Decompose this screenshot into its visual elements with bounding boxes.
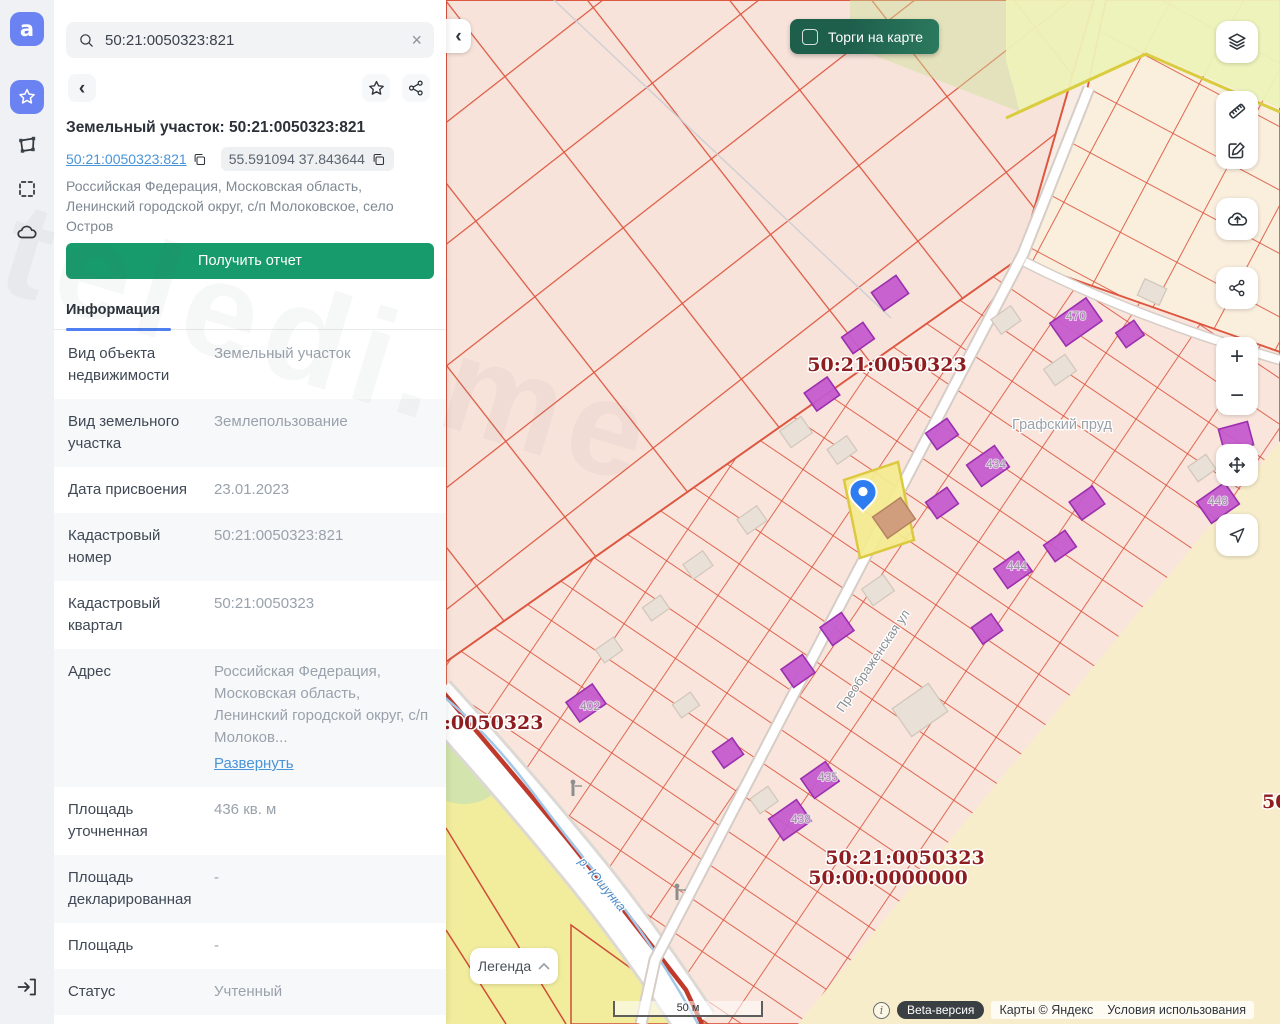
quarter-label-left: 50:21:0050323 xyxy=(446,712,543,734)
back-button[interactable]: ‹ xyxy=(68,74,96,102)
logout-button[interactable] xyxy=(12,972,42,1002)
map-copyright[interactable]: Карты © Яндекс xyxy=(999,1003,1093,1017)
favorite-object-button[interactable] xyxy=(362,74,390,102)
table-row: Вид земельного участкаЗемлепользование xyxy=(54,399,446,467)
pond-label: Графский пруд xyxy=(1012,417,1112,433)
svg-text:435: 435 xyxy=(818,770,838,784)
table-row: Кадастровый номер50:21:0050323:821 xyxy=(54,513,446,581)
exit-icon xyxy=(15,975,39,999)
svg-text:444: 444 xyxy=(1007,559,1027,573)
share-icon xyxy=(407,79,425,97)
auctions-toggle-label: Торги на карте xyxy=(828,29,923,45)
measure-button[interactable] xyxy=(1216,91,1258,130)
svg-text:438: 438 xyxy=(791,812,811,826)
get-report-button[interactable]: Получить отчет xyxy=(66,243,434,279)
share-icon xyxy=(1227,278,1247,298)
quarter-label-bottom: 50:21:0050323 xyxy=(825,847,984,869)
copy-icon[interactable] xyxy=(371,152,386,167)
draw-edit-button[interactable] xyxy=(1216,130,1258,169)
upload-button[interactable] xyxy=(1216,198,1258,240)
navigate-arrow-icon xyxy=(1227,525,1247,545)
edit-square-icon xyxy=(1226,139,1248,161)
star-outline-icon xyxy=(367,79,386,98)
clear-search-icon[interactable]: × xyxy=(411,31,422,49)
cadastral-map-app: a × ‹ xyxy=(0,0,1280,1024)
ruler-icon xyxy=(1226,100,1248,122)
polygon-tool-button[interactable] xyxy=(12,130,42,160)
auctions-toggle[interactable]: Торги на карте xyxy=(790,19,939,54)
cloud-nav-button[interactable] xyxy=(12,218,42,248)
object-ids: 50:21:0050323:821 55.591094 37.843644 xyxy=(66,148,434,170)
my-location-button[interactable] xyxy=(1216,514,1258,556)
measure-edit-group xyxy=(1216,91,1258,169)
table-row: Вид объекта недвижимостиЗемельный участо… xyxy=(54,331,446,399)
table-row: Площадь декларированная- xyxy=(54,855,446,923)
tab-bar: Информация xyxy=(54,292,446,330)
share-map-button[interactable] xyxy=(1216,267,1258,309)
favorites-nav-button[interactable] xyxy=(10,80,44,114)
table-row: Кадастровый квартал50:21:0050323 xyxy=(54,581,446,649)
search-bar[interactable]: × xyxy=(66,22,434,58)
cloud-icon xyxy=(15,221,39,245)
table-row: Площадь- xyxy=(54,923,446,969)
map-attribution: i Beta-версия Карты © Яндекс Условия исп… xyxy=(873,1001,1254,1019)
svg-text:470: 470 xyxy=(1066,309,1086,323)
tab-information[interactable]: Информация xyxy=(66,296,160,330)
terms-of-use-link[interactable]: Условия использования xyxy=(1107,1003,1246,1017)
app-logo-letter: a xyxy=(20,17,34,41)
quarter-label-right-partial: 50 xyxy=(1262,791,1280,813)
table-row: Категория земельЗемли населенных пунктов xyxy=(54,1015,446,1024)
polygon-icon xyxy=(15,133,39,157)
table-row: Дата присвоения23.01.2023 xyxy=(54,467,446,513)
expand-address-link[interactable]: Развернуть xyxy=(214,753,294,775)
star-icon xyxy=(17,87,37,107)
area-select-button[interactable] xyxy=(12,174,42,204)
map-render: 50:21:0050323 50:21:0050323 50:21:005032… xyxy=(446,0,1280,1024)
page-title: Земельный участок: 50:21:0050323:821 xyxy=(66,119,434,137)
zoom-in-button[interactable]: + xyxy=(1216,337,1258,376)
svg-text:402: 402 xyxy=(580,699,600,713)
table-row: СтатусУчтенный xyxy=(54,969,446,1015)
dashed-select-icon xyxy=(15,177,39,201)
left-icon-rail: a xyxy=(0,0,54,1024)
auctions-checkbox[interactable] xyxy=(802,29,818,45)
map-canvas[interactable]: 50:21:0050323 50:21:0050323 50:21:005032… xyxy=(446,0,1280,1024)
layers-icon xyxy=(1226,31,1248,53)
object-info-panel: × ‹ Земельный участок: 50:21:0050323:821… xyxy=(54,0,446,1024)
table-row-address: Адрес Российская Федерация, Московская о… xyxy=(54,649,446,787)
object-address: Российская Федерация, Московская область… xyxy=(66,176,434,236)
district-label-bottom: 50:00:0000000 xyxy=(808,867,967,889)
share-object-button[interactable] xyxy=(402,74,430,102)
cloud-upload-icon xyxy=(1226,208,1249,231)
table-row: Площадь уточненная436 кв. м xyxy=(54,787,446,855)
quarter-label-top: 50:21:0050323 xyxy=(807,354,966,376)
collapse-sidebar-button[interactable]: ‹ xyxy=(446,19,471,53)
search-icon xyxy=(78,32,95,49)
zoom-controls: + − xyxy=(1216,337,1258,415)
pan-mode-button[interactable] xyxy=(1216,444,1258,486)
scale-bar: 50 м xyxy=(613,1001,763,1017)
info-icon[interactable]: i xyxy=(873,1002,890,1019)
app-logo[interactable]: a xyxy=(10,12,44,46)
zoom-out-button[interactable]: − xyxy=(1216,376,1258,415)
info-table: Вид объекта недвижимостиЗемельный участо… xyxy=(54,331,446,1024)
layers-button[interactable] xyxy=(1216,21,1258,63)
search-input[interactable] xyxy=(105,32,411,49)
cadastral-number-link[interactable]: 50:21:0050323:821 xyxy=(66,151,207,167)
svg-text:434: 434 xyxy=(986,457,1006,471)
chevron-up-icon xyxy=(538,962,550,970)
object-header-actions: ‹ xyxy=(66,74,434,102)
coordinates-badge[interactable]: 55.591094 37.843644 xyxy=(221,147,394,171)
copy-icon[interactable] xyxy=(192,152,207,167)
move-icon xyxy=(1226,454,1248,476)
beta-badge: Beta-версия xyxy=(897,1001,984,1019)
svg-text:448: 448 xyxy=(1208,494,1228,508)
legend-button[interactable]: Легенда xyxy=(470,948,558,984)
